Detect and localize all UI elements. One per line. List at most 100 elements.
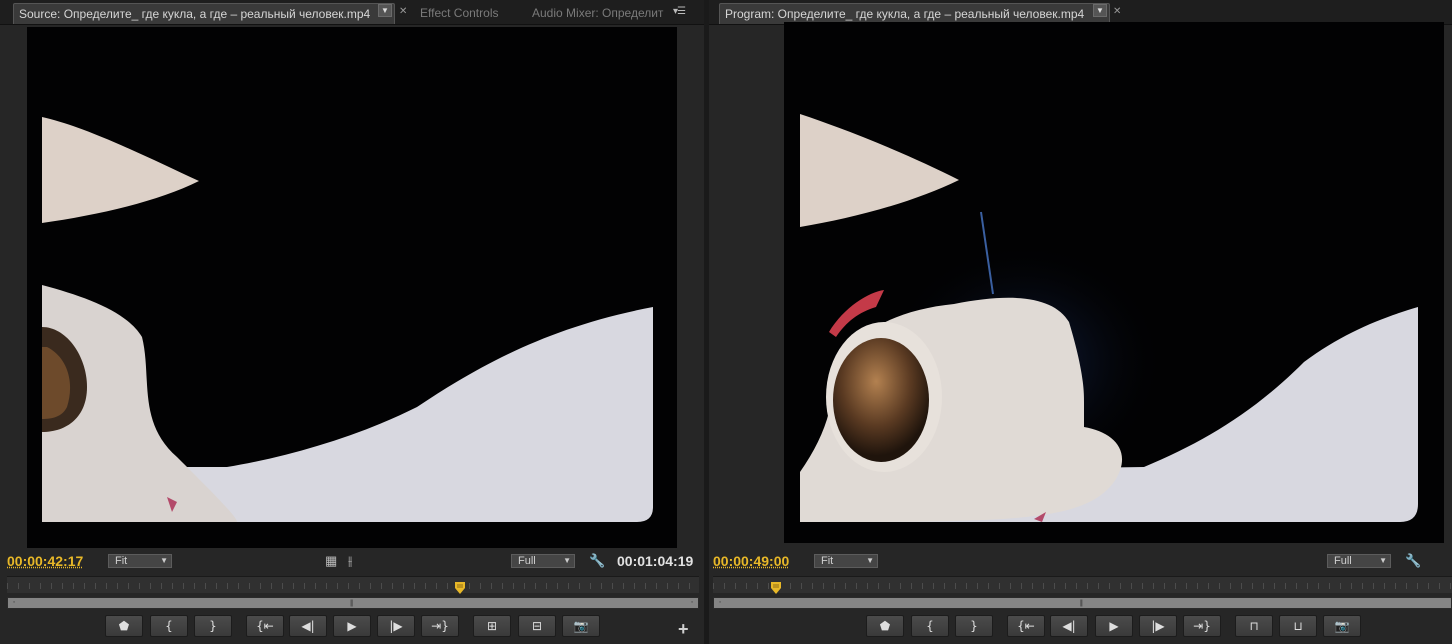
source-clip-dropdown-icon[interactable]: ▼ xyxy=(378,4,392,17)
scroll-left-handle[interactable]: ◦ xyxy=(715,598,725,608)
source-resolution-select[interactable]: Full ▼ xyxy=(511,554,575,568)
program-zoom-scrollbar[interactable]: ◦ ||| xyxy=(713,597,1452,609)
source-monitor-panel: Source: Определите_ где кукла, а где – р… xyxy=(0,0,704,644)
insert-icon: ⊞ xyxy=(486,619,498,633)
tab-source-label: Source: Определите_ где кукла, а где – р… xyxy=(19,7,371,21)
lift-button[interactable]: ⊓ xyxy=(1235,615,1273,637)
step-back-button[interactable]: ◀| xyxy=(289,615,327,637)
tab-audio-mixer-label: Audio Mixer: Определит xyxy=(532,6,664,20)
tab-audio-mixer[interactable]: Audio Mixer: Определит xyxy=(532,3,670,24)
close-icon[interactable]: ✕ xyxy=(1113,3,1121,21)
go-to-out-button[interactable]: ⇥} xyxy=(421,615,459,637)
marker-icon: ⬟ xyxy=(118,619,130,633)
go-to-in-button[interactable]: {⇤ xyxy=(246,615,284,637)
program-resolution-select[interactable]: Full ▼ xyxy=(1327,554,1391,568)
program-video-image xyxy=(784,22,1444,543)
panel-menu-icon[interactable]: ▾☰ xyxy=(673,6,686,17)
program-resolution-value: Full xyxy=(1334,555,1352,567)
play-icon: ▶ xyxy=(1109,619,1119,633)
export-frame-button[interactable]: 📷 xyxy=(1323,615,1361,637)
overwrite-button[interactable]: ⊟ xyxy=(518,615,556,637)
step-forward-icon: |▶ xyxy=(1151,619,1165,633)
source-zoom-select[interactable]: Fit ▼ xyxy=(108,554,172,568)
settings-wrench-icon[interactable]: 🔧 xyxy=(589,553,605,569)
tab-program-label: Program: Определите_ где кукла, а где – … xyxy=(725,7,1085,21)
scroll-grip-icon[interactable]: ||| xyxy=(1080,600,1084,607)
chevron-down-icon: ▼ xyxy=(866,556,874,565)
step-back-button[interactable]: ◀| xyxy=(1050,615,1088,637)
program-sequence-dropdown-icon[interactable]: ▼ xyxy=(1093,4,1107,17)
chevron-down-icon: ▼ xyxy=(160,556,168,565)
overwrite-icon: ⊟ xyxy=(531,619,543,633)
go-to-in-icon: {⇤ xyxy=(256,619,274,633)
insert-button[interactable]: ⊞ xyxy=(473,615,511,637)
ruler-ticks xyxy=(713,583,1452,589)
program-video-frame[interactable] xyxy=(784,22,1444,543)
add-marker-button[interactable]: ⬟ xyxy=(866,615,904,637)
program-zoom-select[interactable]: Fit ▼ xyxy=(814,554,878,568)
scroll-right-handle[interactable]: ◦ xyxy=(687,598,697,608)
camera-icon: 📷 xyxy=(573,619,589,633)
drag-video-icon[interactable]: ▦ xyxy=(325,553,337,569)
camera-icon: 📷 xyxy=(1334,619,1350,633)
step-back-icon: ◀| xyxy=(1062,619,1076,633)
go-to-out-button[interactable]: ⇥} xyxy=(1183,615,1221,637)
export-frame-button[interactable]: 📷 xyxy=(562,615,600,637)
step-forward-button[interactable]: |▶ xyxy=(1139,615,1177,637)
chevron-down-icon: ▼ xyxy=(563,556,571,565)
source-resolution-value: Full xyxy=(518,555,536,567)
go-to-out-icon: ⇥} xyxy=(1193,619,1211,633)
extract-icon: ⊔ xyxy=(1293,619,1303,633)
source-duration-timecode: 00:01:04:19 xyxy=(617,553,694,569)
ruler-ticks xyxy=(7,583,699,589)
play-icon: ▶ xyxy=(347,619,357,633)
go-to-in-button[interactable]: {⇤ xyxy=(1007,615,1045,637)
source-tab-bar: Source: Определите_ где кукла, а где – р… xyxy=(0,0,704,25)
step-forward-icon: |▶ xyxy=(389,619,403,633)
play-button[interactable]: ▶ xyxy=(333,615,371,637)
marker-icon: ⬟ xyxy=(879,619,891,633)
chevron-down-icon: ▼ xyxy=(1379,556,1387,565)
scroll-left-handle[interactable]: ◦ xyxy=(9,598,19,608)
program-status-bar: 00:00:49:00 Fit ▼ Full ▼ 🔧 xyxy=(709,549,1452,573)
tab-effect-controls-label: Effect Controls xyxy=(420,6,499,20)
source-current-timecode[interactable]: 00:00:42:17 xyxy=(7,553,83,569)
source-video-frame[interactable] xyxy=(27,27,677,548)
mark-out-icon: } xyxy=(209,619,217,633)
source-transport-controls: ⬟ {} {⇤ ◀| ▶ |▶ ⇥} ⊞ ⊟ 📷 xyxy=(0,615,704,639)
step-forward-button[interactable]: |▶ xyxy=(377,615,415,637)
mark-out-button[interactable]: } xyxy=(194,615,232,637)
tab-program[interactable]: Program: Определите_ где кукла, а где – … xyxy=(719,3,1110,24)
source-time-ruler[interactable] xyxy=(7,576,699,594)
mark-out-button[interactable]: } xyxy=(955,615,993,637)
lift-icon: ⊓ xyxy=(1249,619,1259,633)
close-icon[interactable]: ✕ xyxy=(399,3,407,21)
add-button-icon[interactable]: + xyxy=(678,619,689,640)
tab-effect-controls[interactable]: Effect Controls xyxy=(420,3,516,24)
source-zoom-scrollbar[interactable]: ◦ ||| ◦ xyxy=(7,597,699,609)
mark-in-icon: { xyxy=(165,619,173,633)
mark-in-button[interactable]: { xyxy=(150,615,188,637)
play-button[interactable]: ▶ xyxy=(1095,615,1133,637)
go-to-in-icon: {⇤ xyxy=(1017,619,1035,633)
add-marker-button[interactable]: ⬟ xyxy=(105,615,143,637)
program-monitor-panel: Program: Определите_ где кукла, а где – … xyxy=(709,0,1452,644)
source-video-image xyxy=(27,27,677,548)
extract-button[interactable]: ⊔ xyxy=(1279,615,1317,637)
drag-audio-icon[interactable]: ⫲ xyxy=(348,553,352,569)
source-status-bar: 00:00:42:17 Fit ▼ ▦ ⫲ Full ▼ 🔧 00:01:04:… xyxy=(0,549,704,573)
program-transport-controls: ⬟ {} {⇤ ◀| ▶ |▶ ⇥} ⊓ ⊔ 📷 xyxy=(709,615,1452,639)
source-playhead-icon[interactable] xyxy=(455,582,465,594)
go-to-out-icon: ⇥} xyxy=(431,619,449,633)
tab-source[interactable]: Source: Определите_ где кукла, а где – р… xyxy=(13,3,395,24)
mark-out-icon: } xyxy=(970,619,978,633)
program-current-timecode[interactable]: 00:00:49:00 xyxy=(713,553,789,569)
program-time-ruler[interactable] xyxy=(713,576,1452,594)
settings-wrench-icon[interactable]: 🔧 xyxy=(1405,553,1421,569)
step-back-icon: ◀| xyxy=(301,619,315,633)
mark-in-button[interactable]: { xyxy=(911,615,949,637)
source-zoom-value: Fit xyxy=(115,555,128,567)
mark-in-icon: { xyxy=(926,619,934,633)
scroll-grip-icon[interactable]: ||| xyxy=(350,600,354,607)
program-playhead-icon[interactable] xyxy=(771,582,781,594)
